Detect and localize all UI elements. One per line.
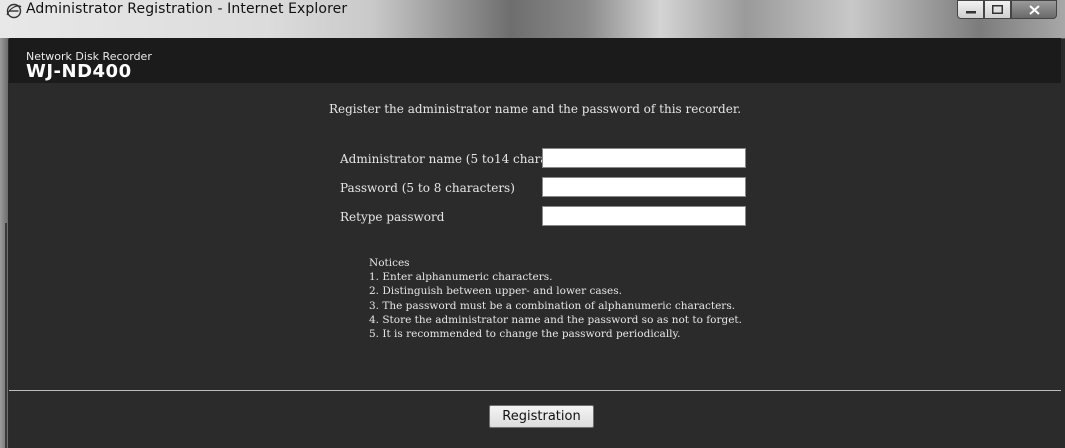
retype-password-label: Retype password: [340, 210, 445, 224]
minimize-icon: [965, 10, 976, 13]
window-left-frame: [0, 38, 8, 448]
notices-block: Notices 1. Enter alphanumeric characters…: [369, 256, 742, 341]
window-title-bar[interactable]: Administrator Registration - Internet Ex…: [0, 0, 1065, 39]
page-header: Network Disk Recorder WJ-ND400: [9, 38, 1061, 83]
intro-text: Register the administrator name and the …: [328, 102, 742, 116]
notice-item: 2. Distinguish between upper- and lower …: [369, 285, 622, 298]
maximize-icon: [992, 5, 1003, 14]
notice-item: 3. The password must be a combination of…: [369, 299, 736, 312]
registration-button[interactable]: Registration: [489, 405, 594, 428]
minimize-button[interactable]: [957, 0, 984, 19]
retype-password-input[interactable]: [542, 206, 746, 226]
notice-item: 5. It is recommended to change the passw…: [369, 328, 681, 341]
notices-heading: Notices: [369, 257, 410, 269]
model-name: WJ-ND400: [26, 61, 132, 82]
window-controls: [957, 0, 1057, 19]
ie-icon: [6, 3, 22, 19]
close-button[interactable]: [1011, 0, 1057, 19]
registration-panel: Register the administrator name and the …: [9, 83, 1061, 448]
maximize-button[interactable]: [984, 0, 1011, 19]
password-input[interactable]: [542, 177, 746, 197]
notice-item: 4. Store the administrator name and the …: [369, 313, 742, 326]
close-icon: [1028, 4, 1040, 15]
divider: [9, 390, 1061, 391]
notice-item: 1. Enter alphanumeric characters.: [369, 271, 553, 284]
admin-name-input[interactable]: [542, 148, 746, 168]
window-title: Administrator Registration - Internet Ex…: [26, 1, 348, 17]
password-label: Password (5 to 8 characters): [340, 181, 515, 195]
